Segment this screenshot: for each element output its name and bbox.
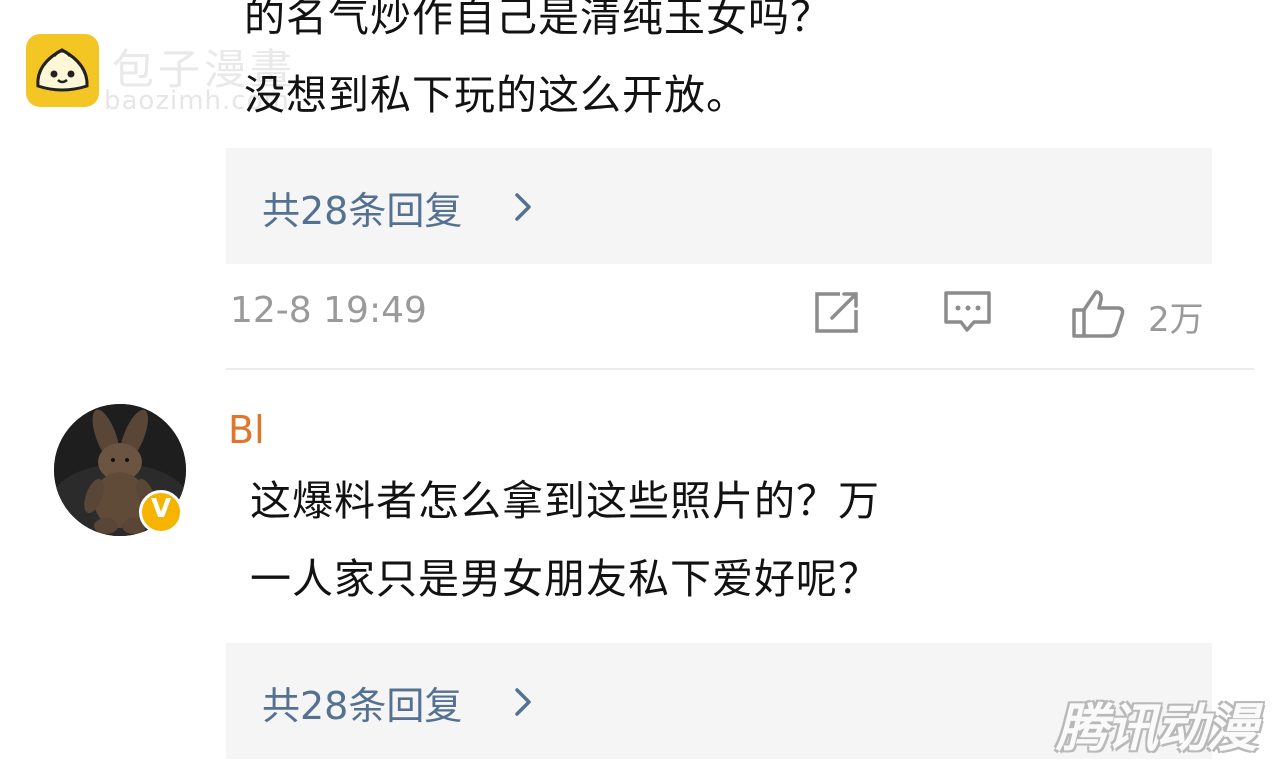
bun-logo-icon	[26, 34, 99, 107]
comment-line: 一人家只是男女朋友私下爱好呢？	[250, 555, 880, 603]
comment-line: 没想到私下玩的这么开放。	[244, 71, 748, 119]
corner-watermark: 腾讯动漫	[1056, 699, 1258, 759]
verified-badge-icon: V	[139, 490, 183, 534]
comment-divider	[226, 368, 1254, 370]
like-count: 2万	[1148, 300, 1204, 340]
replies-count-label: 共28条回复	[262, 189, 463, 233]
chevron-right-icon	[515, 193, 531, 221]
username[interactable]: Bl	[228, 408, 265, 452]
comment-actions-bar: 12-8 19:49 2万	[226, 280, 1216, 344]
comment-body: 的名气炒作自己是清纯玉女吗？ 没想到私下玩的这么开放。	[244, 0, 832, 134]
comment-icon[interactable]	[942, 288, 994, 336]
replies-count-label: 共28条回复	[262, 684, 463, 728]
replies-link[interactable]: 共28条回复	[226, 148, 1212, 264]
chevron-right-icon	[515, 688, 531, 716]
comment-body: 这爆料者怎么拿到这些照片的？万 一人家只是男女朋友私下爱好呢？	[250, 462, 880, 618]
like-icon[interactable]	[1070, 288, 1128, 340]
comment-line: 这爆料者怎么拿到这些照片的？万	[250, 477, 880, 525]
comment-timestamp: 12-8 19:49	[230, 290, 427, 331]
comment-line: 的名气炒作自己是清纯玉女吗？	[244, 0, 832, 41]
repost-icon[interactable]	[812, 288, 862, 336]
